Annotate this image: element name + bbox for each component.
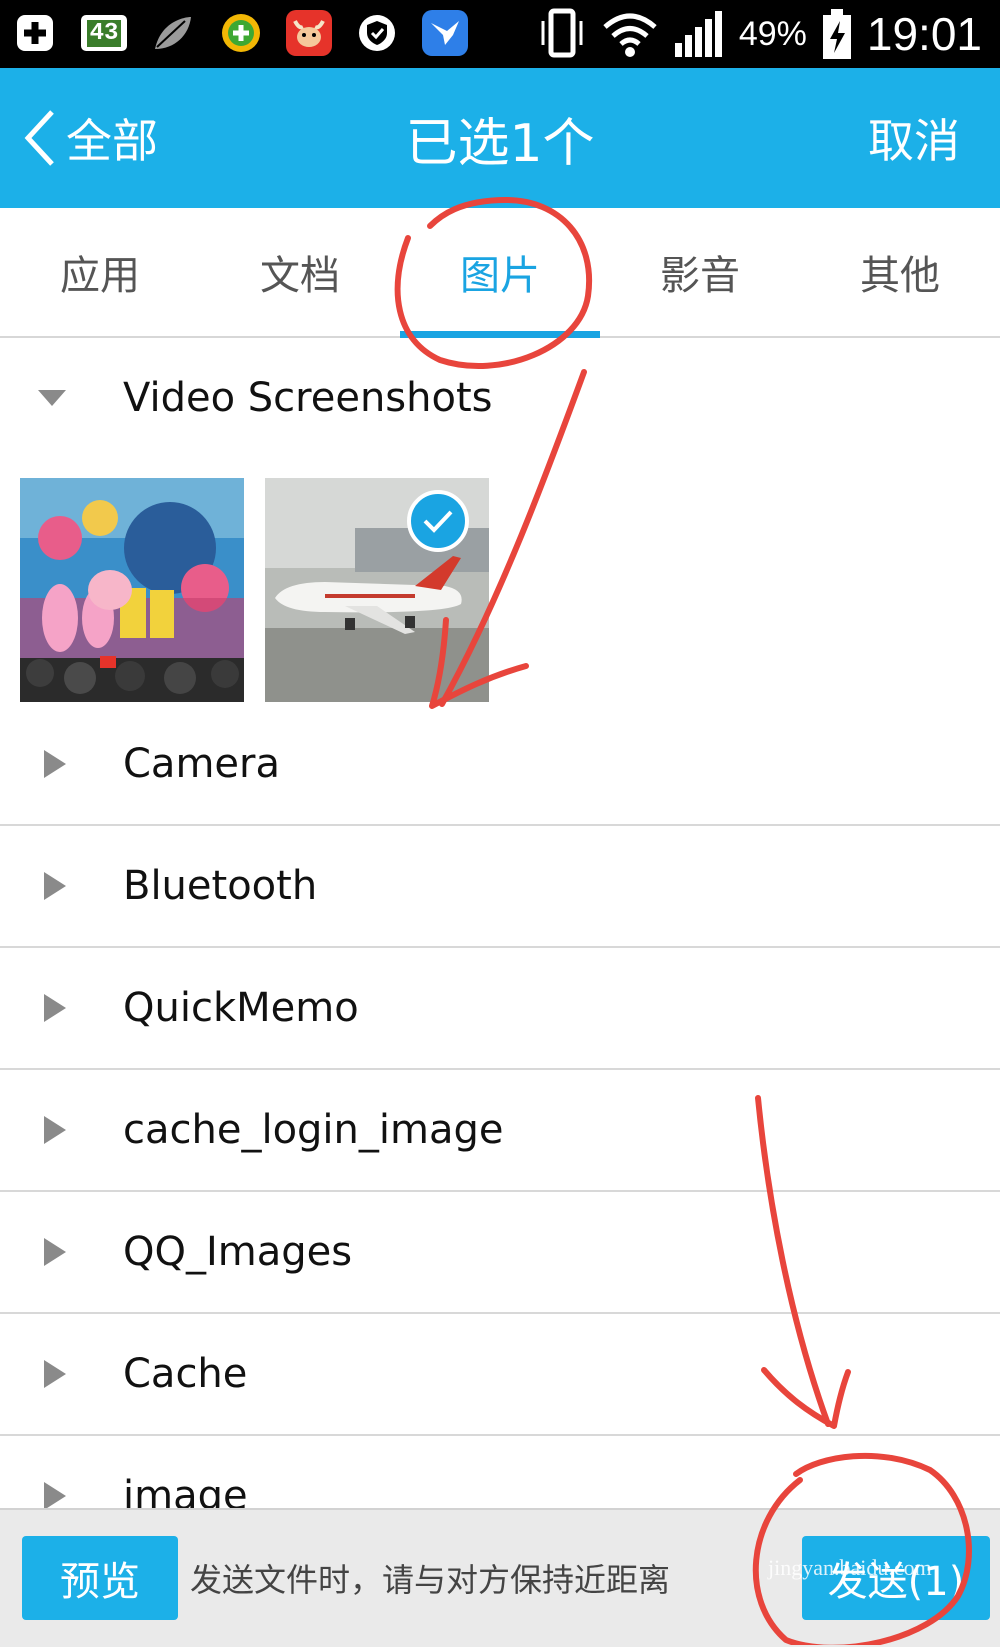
cancel-button[interactable]: 取消: [868, 68, 960, 208]
cow-icon: [286, 10, 332, 56]
watermark: jingyan.baidu.com: [768, 1555, 932, 1580]
status-bar-notification-icons: 43: [12, 10, 468, 56]
battery-charging-icon: [822, 9, 851, 59]
back-label: 全部: [66, 114, 158, 168]
send-hint-text: 发送文件时，请与对方保持近距离: [190, 1561, 671, 1599]
thumbnail-grid: [0, 458, 1000, 704]
folder-name: QuickMemo: [123, 985, 359, 1031]
plus-coin-icon: [218, 10, 264, 56]
folder-row-cache-login-image[interactable]: cache_login_image: [0, 1070, 1000, 1192]
leaf-icon: [150, 10, 196, 56]
folder-name: QQ_Images: [123, 1229, 353, 1275]
stage-performance-image: [20, 478, 244, 702]
thumbnail-stage-performance[interactable]: [20, 478, 244, 702]
tab-images[interactable]: 图片: [400, 208, 600, 338]
expand-arrow-icon: [44, 872, 66, 900]
chevron-left-icon: [24, 110, 54, 166]
preview-button[interactable]: 预览: [22, 1536, 178, 1620]
expand-arrow-icon: [44, 1238, 66, 1266]
back-button[interactable]: 全部: [20, 68, 158, 208]
folder-row-bluetooth[interactable]: Bluetooth: [0, 826, 1000, 948]
folder-name: Cache: [123, 1351, 248, 1397]
add-icon: [12, 10, 58, 56]
folder-name: cache_login_image: [123, 1107, 504, 1153]
folder-row-camera[interactable]: Camera: [0, 704, 1000, 826]
wifi-icon: [603, 13, 657, 57]
folder-row-video-screenshots[interactable]: Video Screenshots: [0, 338, 1000, 460]
battery-badge-icon: 43: [80, 10, 128, 56]
expand-arrow-icon: [44, 1116, 66, 1144]
tab-documents[interactable]: 文档: [200, 208, 400, 336]
selected-check-icon: [407, 490, 469, 552]
tab-apps[interactable]: 应用: [0, 208, 200, 336]
expand-arrow-icon: [38, 390, 66, 406]
expand-arrow-icon: [44, 1360, 66, 1388]
folder-name: Video Screenshots: [123, 375, 493, 421]
thumbnail-airplane[interactable]: [265, 478, 489, 702]
status-bar: 43 49% 19:01: [0, 0, 1000, 68]
folder-row-qq-images[interactable]: QQ_Images: [0, 1192, 1000, 1314]
tab-media[interactable]: 影音: [600, 208, 800, 336]
expand-arrow-icon: [44, 1482, 66, 1510]
title-bar: 全部 已选1个 取消: [0, 68, 1000, 208]
expand-arrow-icon: [44, 994, 66, 1022]
folder-name: Bluetooth: [123, 863, 318, 909]
expand-arrow-icon: [44, 750, 66, 778]
folder-row-quickmemo[interactable]: QuickMemo: [0, 948, 1000, 1070]
folder-row-cache[interactable]: Cache: [0, 1314, 1000, 1436]
tab-other[interactable]: 其他: [800, 208, 1000, 336]
clock: 19:01: [866, 8, 982, 60]
category-tabs: 应用 文档 图片 影音 其他: [0, 208, 1000, 338]
shield-icon: [354, 10, 400, 56]
folder-name: Camera: [123, 741, 280, 787]
vibrate-icon: [541, 8, 583, 58]
status-bar-system-icons: 49% 19:01: [537, 6, 982, 62]
battery-badge-number: 43: [86, 19, 122, 47]
signal-icon: [674, 11, 722, 57]
bird-icon: [422, 10, 468, 56]
battery-percentage: 49%: [738, 14, 807, 53]
